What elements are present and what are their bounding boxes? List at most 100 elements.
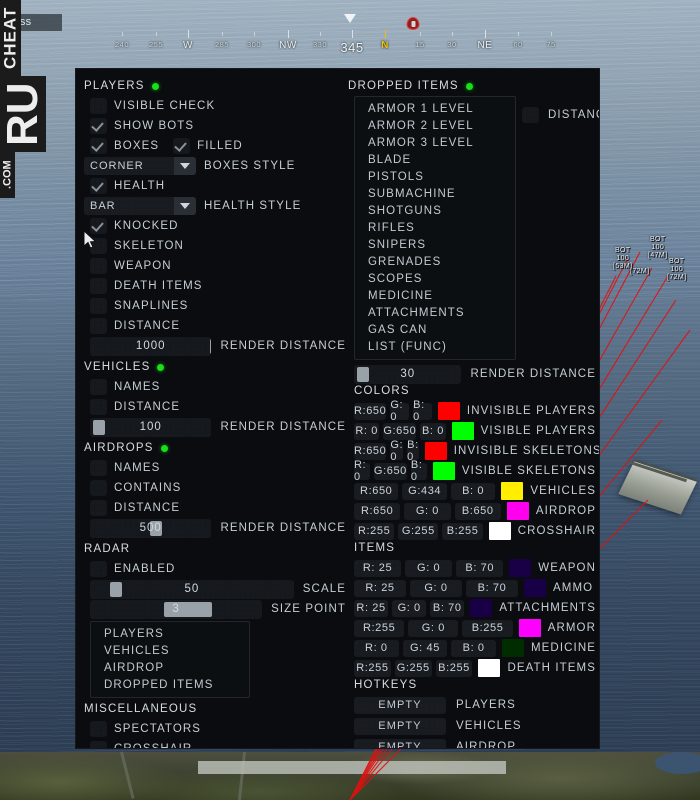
color-channel-g[interactable]: G:434 [402, 482, 447, 500]
slider-dropped-render-distance[interactable]: 30 [354, 364, 462, 384]
list-item[interactable]: BLADE [355, 152, 515, 169]
color-channel-b[interactable]: B: 0 [407, 439, 419, 463]
checkbox-vehicles-distance[interactable] [90, 399, 107, 415]
color-row-visible-skeletons[interactable]: R: 0 G:650 B: 0 VISIBLE SKELETONS [354, 459, 596, 483]
color-row-invisible-players[interactable]: R:650 G: 0 B: 0 INVISIBLE PLAYERS [354, 399, 596, 423]
color-row-armor[interactable]: R:255 G: 0 B:255 ARMOR [354, 618, 596, 638]
hotkey-button[interactable]: EMPTY [354, 696, 446, 714]
color-channel-b[interactable]: B:255 [435, 659, 473, 677]
checkbox-filled[interactable] [173, 138, 191, 154]
list-item[interactable]: SUBMACHINE [355, 186, 515, 203]
color-channel-g[interactable]: G:255 [394, 659, 432, 677]
color-channel-b[interactable]: B: 0 [410, 459, 427, 483]
color-channel-r[interactable]: R:650 [354, 482, 399, 500]
option-row-airdrops-distance[interactable]: DISTANCE [84, 498, 346, 518]
color-channel-b[interactable]: B: 70 [456, 559, 504, 577]
color-channel-g[interactable]: G:255 [398, 522, 439, 540]
slider-players-render-distance[interactable]: 1000 [90, 336, 212, 356]
chevron-down-icon[interactable] [174, 197, 196, 215]
checkbox-boxes[interactable] [90, 138, 107, 154]
list-item[interactable]: AIRDROP [91, 660, 249, 677]
option-row-health[interactable]: HEALTH [84, 176, 346, 196]
option-row-knocked[interactable]: KNOCKED [84, 216, 346, 236]
color-channel-r[interactable]: R:650 [354, 442, 387, 460]
dropped-items-listbox[interactable]: ARMOR 1 LEVEL ARMOR 2 LEVEL ARMOR 3 LEVE… [354, 96, 516, 360]
color-row-crosshair[interactable]: R:255 G:255 B:255 CROSSHAIR [354, 521, 596, 541]
color-channel-g[interactable]: G: 0 [405, 559, 453, 577]
color-swatch[interactable] [470, 599, 493, 617]
chevron-down-icon[interactable] [174, 157, 196, 175]
option-row-vehicles-distance[interactable]: DISTANCE [84, 397, 346, 417]
hotkey-button[interactable]: EMPTY [354, 738, 446, 748]
color-channel-g[interactable]: G: 0 [392, 599, 427, 617]
list-item[interactable]: MEDICINE [355, 288, 515, 305]
color-swatch[interactable] [501, 639, 524, 657]
option-row-vehicles-names[interactable]: NAMES [84, 377, 346, 397]
color-row-death-items[interactable]: R:255 G:255 B:255 DEATH ITEMS [354, 658, 596, 678]
color-channel-r[interactable]: R: 0 [354, 459, 370, 483]
color-swatch[interactable] [488, 522, 511, 540]
option-row-distance[interactable]: DISTANCE [84, 316, 346, 336]
checkbox-radar-enabled[interactable] [90, 561, 107, 577]
color-swatch[interactable] [524, 579, 546, 597]
checkbox-vehicles-names[interactable] [90, 379, 107, 395]
color-channel-r[interactable]: R:650 [354, 502, 401, 520]
checkbox-death-items[interactable] [90, 278, 107, 294]
slider-row-vehicles-render-distance[interactable]: 100 RENDER DISTANCE [84, 417, 346, 437]
color-channel-r[interactable]: R: 25 [354, 599, 389, 617]
color-channel-r[interactable]: R:255 [354, 619, 405, 637]
option-row-airdrops-names[interactable]: NAMES [84, 458, 346, 478]
color-channel-g[interactable]: G:650 [383, 422, 417, 440]
dropdown-row-health-style[interactable]: BAR HEALTH STYLE [84, 196, 346, 216]
option-row-skeleton[interactable]: SKELETON [84, 236, 346, 256]
color-channel-b[interactable]: B:255 [462, 619, 513, 637]
color-channel-b[interactable]: B:255 [442, 522, 483, 540]
list-item[interactable]: ARMOR 1 LEVEL [355, 101, 515, 118]
list-item[interactable]: GAS CAN [355, 322, 515, 339]
color-row-attachments[interactable]: R: 25 G: 0 B: 70 ATTACHMENTS [354, 598, 596, 618]
checkbox-show-bots[interactable] [90, 118, 107, 134]
color-channel-b[interactable]: B: 70 [430, 599, 465, 617]
list-item[interactable]: SHOTGUNS [355, 203, 515, 220]
list-item[interactable]: SNIPERS [355, 237, 515, 254]
checkbox-crosshair[interactable] [90, 741, 107, 748]
color-swatch[interactable] [432, 462, 455, 480]
option-row-dropped-distance[interactable]: DISTANCE [522, 105, 599, 125]
color-channel-b[interactable]: B: 70 [466, 579, 518, 597]
list-item[interactable]: PLAYERS [91, 626, 249, 643]
slider-row-players-render-distance[interactable]: 1000 RENDER DISTANCE [84, 336, 346, 356]
dropdown-health-style[interactable]: BAR [84, 197, 196, 215]
color-channel-g[interactable]: G: 0 [390, 439, 404, 463]
list-item[interactable]: SCOPES [355, 271, 515, 288]
slider-row-radar-scale[interactable]: 50 SCALE [84, 579, 346, 599]
color-swatch[interactable] [437, 402, 460, 420]
option-row-visible-check[interactable]: VISIBLE CHECK [84, 96, 346, 116]
dropdown-boxes-style[interactable]: CORNER [84, 157, 196, 175]
checkbox-visible-check[interactable] [90, 98, 107, 114]
color-channel-r[interactable]: R: 0 [354, 422, 380, 440]
checkbox-health[interactable] [90, 178, 107, 194]
option-row-spectators[interactable]: SPECTATORS [84, 719, 346, 739]
slider-row-dropped-render-distance[interactable]: 30 RENDER DISTANCE [348, 364, 596, 384]
list-item[interactable]: PISTOLS [355, 169, 515, 186]
color-row-medicine[interactable]: R: 0 G: 45 B: 0 MEDICINE [354, 638, 596, 658]
color-row-weapon[interactable]: R: 25 G: 0 B: 70 WEAPON [354, 558, 596, 578]
checkbox-snaplines[interactable] [90, 298, 107, 314]
option-row-snaplines[interactable]: SNAPLINES [84, 296, 346, 316]
list-item[interactable]: ARMOR 3 LEVEL [355, 135, 515, 152]
color-swatch[interactable] [506, 502, 529, 520]
list-item[interactable]: GRENADES [355, 254, 515, 271]
checkbox-airdrops-contains[interactable] [90, 480, 107, 496]
option-row-radar-enabled[interactable]: ENABLED [84, 559, 346, 579]
color-channel-r[interactable]: R: 25 [354, 559, 402, 577]
color-channel-g[interactable]: G:650 [373, 462, 407, 480]
option-row-weapon[interactable]: WEAPON [84, 256, 346, 276]
hotkey-row-vehicles[interactable]: EMPTY VEHICLES [348, 716, 596, 736]
color-swatch[interactable] [478, 659, 501, 677]
checkbox-airdrops-names[interactable] [90, 460, 107, 476]
color-channel-b[interactable]: B:650 [454, 502, 501, 520]
hotkey-button[interactable]: EMPTY [354, 717, 446, 735]
dropdown-row-boxes-style[interactable]: CORNER BOXES STYLE [84, 156, 346, 176]
color-row-ammo[interactable]: R: 25 G: 0 B: 70 AMMO [354, 578, 596, 598]
color-channel-g[interactable]: G: 0 [408, 619, 459, 637]
